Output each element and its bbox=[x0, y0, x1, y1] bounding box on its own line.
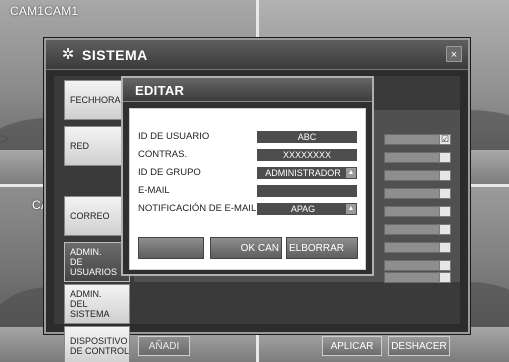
list-row bbox=[384, 188, 444, 199]
list-row bbox=[384, 134, 444, 145]
nav-label: FECHHORA bbox=[70, 95, 121, 105]
nav-label: DISPOSITIVO DE CONTROL bbox=[70, 336, 130, 356]
list-checkbox[interactable] bbox=[439, 188, 451, 199]
ok-cancel-button[interactable]: OK CAN bbox=[210, 237, 282, 259]
blank-button[interactable] bbox=[138, 237, 204, 259]
list-row bbox=[384, 170, 444, 181]
list-checkbox[interactable] bbox=[439, 272, 451, 283]
camera-label-top: CAM1CAM1 bbox=[10, 4, 79, 18]
dialog-form: ID DE USUARIO ABC CONTRAS. XXXXXXXX ID D… bbox=[129, 108, 366, 270]
dropdown-arrow-icon: ▲ bbox=[346, 168, 356, 178]
email-label: E-MAIL bbox=[138, 185, 170, 196]
nav-label: RED bbox=[70, 141, 90, 151]
list-checkbox[interactable] bbox=[439, 206, 451, 217]
gear-icon: ✲ bbox=[61, 46, 75, 63]
password-field[interactable]: XXXXXXXX bbox=[257, 149, 357, 161]
left-arrow-icon: > bbox=[0, 131, 10, 148]
list-row bbox=[384, 152, 444, 163]
list-checkbox[interactable] bbox=[439, 152, 451, 163]
email-field[interactable] bbox=[257, 185, 357, 197]
email-notification-select[interactable]: APAG ▲ bbox=[257, 203, 357, 215]
user-id-field[interactable]: ABC bbox=[257, 131, 357, 143]
dialog-title: EDITAR bbox=[135, 83, 185, 98]
list-checkbox-checked[interactable]: ☑ bbox=[439, 134, 451, 145]
window-title: SISTEMA bbox=[82, 47, 148, 63]
list-checkbox[interactable] bbox=[439, 242, 451, 253]
list-checkbox[interactable] bbox=[439, 224, 451, 235]
dialog-titlebar: EDITAR bbox=[123, 78, 372, 102]
list-checkbox[interactable] bbox=[439, 170, 451, 181]
list-row bbox=[384, 206, 444, 217]
password-label: CONTRAS. bbox=[138, 149, 188, 160]
email-notification-label: NOTIFICACIÓN DE E-MAIL bbox=[138, 203, 257, 214]
edit-dialog: EDITAR ID DE USUARIO ABC CONTRAS. XXXXXX… bbox=[121, 76, 374, 276]
undo-button[interactable]: DESHACER bbox=[388, 336, 450, 356]
user-id-label: ID DE USUARIO bbox=[138, 131, 210, 142]
list-row bbox=[384, 224, 444, 235]
list-checkbox[interactable] bbox=[439, 260, 451, 271]
group-id-select[interactable]: ADMINISTRADOR ▲ bbox=[257, 167, 357, 179]
nav-admin-sistema[interactable]: ADMIN. DEL SISTEMA bbox=[64, 284, 130, 324]
group-id-value: ADMINISTRADOR bbox=[265, 168, 341, 178]
nav-label: ADMIN. DEL SISTEMA bbox=[70, 289, 110, 319]
group-id-label: ID DE GRUPO bbox=[138, 167, 201, 178]
add-button[interactable]: AÑADI bbox=[138, 336, 190, 356]
list-row bbox=[384, 272, 444, 283]
close-icon[interactable]: × bbox=[446, 46, 462, 62]
nav-dispositivo-control[interactable]: DISPOSITIVO DE CONTROL bbox=[64, 326, 130, 362]
delete-button[interactable]: ELBORRAR bbox=[286, 237, 358, 259]
dropdown-arrow-icon: ▲ bbox=[346, 204, 356, 214]
nav-label: CORREO bbox=[70, 211, 110, 221]
apply-button[interactable]: APLICAR bbox=[322, 336, 382, 356]
window-titlebar: ✲ SISTEMA × bbox=[46, 40, 468, 70]
list-row bbox=[384, 242, 444, 253]
email-notification-value: APAG bbox=[290, 204, 316, 214]
list-row bbox=[384, 260, 444, 271]
